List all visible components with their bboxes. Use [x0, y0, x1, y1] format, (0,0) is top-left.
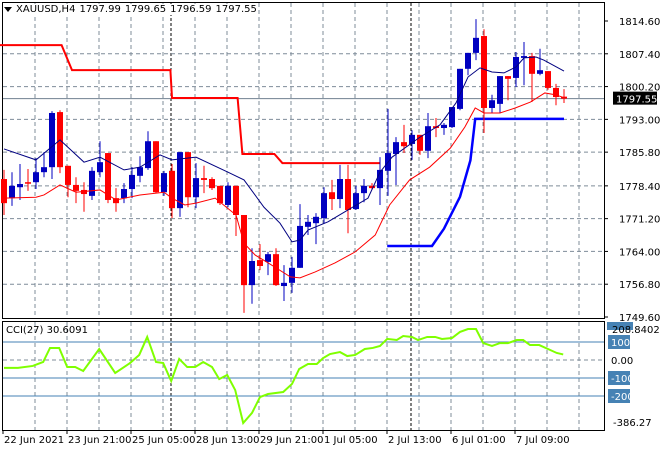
open-value: 1797.99 [79, 4, 121, 15]
time-label: 2 Jul 13:00 [388, 435, 442, 446]
bear-candle [345, 179, 351, 210]
price-label: 1764.00 [619, 247, 660, 258]
chart-header: XAUUSD,H4 1797.99 1799.65 1796.59 1797.5… [4, 4, 257, 15]
cci-title: CCI(27) 30.6091 [6, 325, 88, 336]
bear-candle [401, 142, 407, 147]
bear-candle [233, 185, 239, 215]
price-label: 1778.40 [619, 182, 660, 193]
bull-candle [49, 112, 55, 168]
bull-candle [9, 185, 15, 199]
bull-candle [137, 167, 143, 176]
bull-candle [41, 167, 47, 173]
bear-candle [1, 179, 7, 204]
bull-candle [305, 221, 311, 227]
cci-level-label: 100 [611, 338, 630, 349]
bear-candle [209, 179, 215, 189]
bear-candle [241, 214, 247, 286]
symbol-label: XAUUSD,H4 [16, 4, 76, 15]
bear-candle [545, 71, 551, 88]
low-value: 1796.59 [170, 4, 212, 15]
bull-candle [121, 189, 127, 199]
bear-candle [25, 182, 31, 184]
bull-candle [161, 173, 167, 193]
time-label: 22 Jun 2021 [4, 435, 64, 446]
bull-candle [289, 267, 295, 283]
bull-candle [265, 254, 271, 262]
bull-candle [177, 152, 183, 209]
bull-candle [425, 126, 431, 151]
bear-candle [65, 165, 71, 185]
time-label: 6 Jul 01:00 [452, 435, 506, 446]
time-label: 7 Jul 09:00 [516, 435, 570, 446]
bear-candle [369, 185, 375, 189]
bear-candle [201, 178, 207, 180]
cci-line [4, 328, 564, 426]
bull-candle [89, 170, 95, 196]
bear-candle [169, 170, 175, 209]
cci-panel-frame [2, 321, 605, 431]
chart-canvas[interactable]: 1814.601807.401800.201793.001785.801778.… [0, 0, 660, 450]
time-label: 1 Jul 05:00 [324, 435, 378, 446]
bull-candle [97, 162, 103, 173]
bear-candle [257, 260, 263, 266]
time-label: 23 Jun 21:00 [68, 435, 132, 446]
bull-candle [129, 174, 135, 190]
bull-candle [449, 107, 455, 128]
main-chart-frame [2, 2, 605, 319]
bull-candle [225, 185, 231, 205]
bear-candle [529, 56, 535, 74]
price-label: 1785.80 [619, 148, 660, 159]
time-label: 28 Jun 13:00 [196, 435, 260, 446]
bull-candle [497, 76, 503, 104]
bear-candle [505, 76, 511, 79]
bull-candle [473, 37, 479, 53]
bull-candle [281, 282, 287, 287]
bear-candle [185, 152, 191, 198]
bull-candle [441, 124, 447, 129]
cci-level-label: -100 [611, 374, 634, 385]
cci-min-label: -386.27 [613, 418, 652, 429]
current-price-label: 1797.55 [616, 95, 657, 106]
price-label: 1771.20 [619, 215, 660, 226]
price-label: 1793.00 [619, 115, 660, 126]
bull-candle [33, 172, 39, 183]
cci-level-label: 0.00 [611, 356, 633, 367]
bull-candle [337, 179, 343, 200]
bull-candle [313, 216, 319, 224]
bear-candle [481, 36, 487, 108]
bull-candle [249, 260, 255, 286]
bull-candle [17, 184, 23, 188]
cci-level-label: -200 [611, 392, 634, 403]
bull-candle [297, 225, 303, 268]
cci-max-label: 208.8402 [612, 325, 660, 336]
bear-candle [153, 141, 159, 193]
bull-candle [537, 70, 543, 74]
high-value: 1799.65 [124, 4, 167, 15]
fast-ma-line [3, 56, 565, 243]
dropdown-triangle-icon[interactable] [4, 7, 12, 12]
time-label: 25 Jun 05:00 [132, 435, 196, 446]
price-label: 1756.80 [619, 280, 660, 291]
bull-candle [193, 178, 199, 198]
bull-candle [465, 52, 471, 69]
bull-candle [321, 193, 327, 219]
bear-candle [73, 184, 79, 191]
time-label: 29 Jun 21:00 [260, 435, 324, 446]
bull-candle [489, 100, 495, 108]
bull-candle [361, 185, 367, 194]
price-label: 1814.60 [619, 17, 660, 28]
price-label: 1807.40 [619, 50, 660, 61]
close-value: 1797.55 [215, 4, 257, 15]
bear-candle [329, 192, 335, 200]
